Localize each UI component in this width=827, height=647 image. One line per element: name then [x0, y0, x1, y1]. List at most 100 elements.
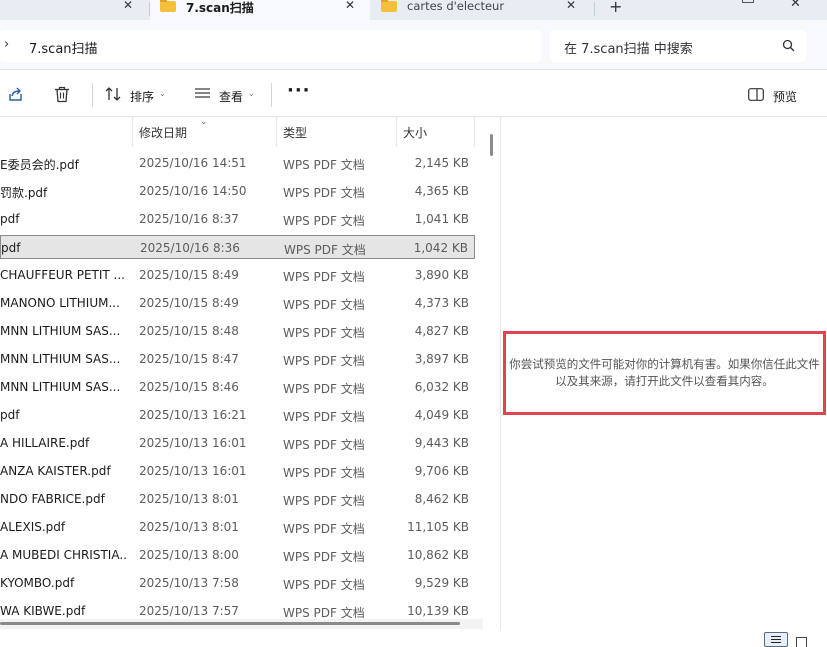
file-row[interactable]: MNN LITHIUM SAS... 2025/10/15 8:47 WPS PDF…	[0, 347, 475, 371]
file-date: 2025/10/13 16:21	[139, 408, 247, 422]
close-icon[interactable]: ✕	[123, 0, 133, 12]
file-date: 2025/10/15 8:48	[139, 324, 239, 338]
file-size: 11,105 KB	[407, 520, 469, 534]
file-name: KYOMBO.pdf	[0, 576, 75, 590]
file-name: ANZA KAISTER.pdf	[0, 464, 111, 478]
search-input[interactable]: 在 7.scan扫描 中搜索	[550, 30, 806, 62]
file-row[interactable]: ALEXIS.pdf 2025/10/13 8:01 WPS PDF 文档 11,10…	[0, 515, 475, 539]
file-name: ALEXIS.pdf	[0, 520, 66, 534]
view-label: 查看	[219, 90, 244, 104]
file-date: 2025/10/16 14:51	[139, 156, 247, 170]
chevron-down-icon: ⌄	[248, 89, 255, 98]
tab-label: cartes d'electeur	[407, 0, 505, 13]
details-view-button[interactable]	[764, 632, 788, 647]
trash-icon[interactable]	[54, 86, 70, 103]
file-name: CHAUFFEUR PETIT ...	[0, 268, 125, 282]
file-row[interactable]: A HILLAIRE.pdf 2025/10/13 16:01 WPS PDF 文档…	[0, 431, 475, 455]
file-type: WPS PDF 文档	[283, 186, 365, 200]
file-size: 10,139 KB	[407, 604, 469, 618]
chevron-right-icon[interactable]: ›	[4, 37, 9, 52]
vertical-scrollbar[interactable]	[488, 117, 496, 617]
file-size: 2,145 KB	[414, 156, 469, 170]
more-options-button[interactable]: ···	[287, 80, 311, 101]
sort-label: 排序	[130, 90, 155, 104]
file-date: 2025/10/13 16:01	[139, 464, 247, 478]
scroll-thumb[interactable]	[0, 622, 460, 625]
file-type: WPS PDF 文档	[283, 214, 365, 228]
file-size: 1,041 KB	[414, 212, 469, 226]
close-icon[interactable]: ✕	[566, 0, 576, 12]
file-name: pdf	[1, 241, 21, 255]
file-date: 2025/10/13 7:58	[139, 576, 239, 590]
minimize-button[interactable]	[742, 0, 754, 3]
file-date: 2025/10/15 8:49	[139, 296, 239, 310]
file-name: MNN LITHIUM SAS...	[0, 352, 121, 366]
file-date: 2025/10/16 8:36	[140, 241, 240, 255]
file-row[interactable]: MNN LITHIUM SAS... 2025/10/15 8:46 WPS PDF…	[0, 375, 475, 399]
file-row[interactable]: pdf 2025/10/16 8:37 WPS PDF 文档 1,041 KB	[0, 207, 475, 231]
toolbar-divider	[271, 83, 272, 107]
file-type: WPS PDF 文档	[283, 158, 365, 172]
tiles-view-button[interactable]	[796, 637, 807, 647]
file-name: 罚款.pdf	[0, 186, 48, 200]
preview-warning: 你尝试预览的文件可能对你的计算机有害。如果你信任此文件以及其来源，请打开此文件以…	[503, 331, 826, 415]
file-type: WPS PDF 文档	[283, 410, 365, 424]
file-size: 4,049 KB	[414, 408, 469, 422]
search-icon	[782, 39, 795, 52]
column-size[interactable]: 大小	[403, 124, 427, 141]
file-row[interactable]: pdf 2025/10/16 8:36 WPS PDF 文档 1,042 KB	[0, 235, 475, 259]
view-icon	[195, 88, 210, 98]
close-icon[interactable]: ✕	[345, 0, 355, 12]
column-divider[interactable]	[132, 117, 133, 147]
file-row[interactable]: KYOMBO.pdf 2025/10/13 7:58 WPS PDF 文档 9,529…	[0, 571, 475, 595]
tab-cartes[interactable]: cartes d'electeur ✕	[373, 0, 591, 20]
file-row[interactable]: ANZA KAISTER.pdf 2025/10/13 16:01 WPS PDF …	[0, 459, 475, 483]
file-date: 2025/10/15 8:49	[139, 268, 239, 282]
file-type: WPS PDF 文档	[283, 438, 365, 452]
breadcrumb[interactable]: 7.scan扫描	[29, 38, 98, 57]
sort-icon	[105, 87, 121, 101]
file-date: 2025/10/13 7:57	[139, 604, 239, 618]
file-type: WPS PDF 文档	[283, 522, 365, 536]
column-divider[interactable]	[276, 117, 277, 147]
file-row[interactable]: pdf 2025/10/13 16:21 WPS PDF 文档 4,049 KB	[0, 403, 475, 427]
address-bar[interactable]: › 7.scan扫描	[0, 30, 541, 62]
new-tab-button[interactable]: +	[609, 0, 622, 16]
tab-previous[interactable]: ✕	[0, 0, 148, 20]
file-name: A MUBEDI CHRISTIA...	[0, 548, 128, 562]
file-row[interactable]: MNN LITHIUM SAS... 2025/10/15 8:48 WPS PDF…	[0, 319, 475, 343]
file-name: MANONO LITHIUM...	[0, 296, 120, 310]
file-row[interactable]: CHAUFFEUR PETIT ... 2025/10/15 8:49 WPS PD…	[0, 263, 475, 287]
file-type: WPS PDF 文档	[283, 354, 365, 368]
file-name: WA KIBWE.pdf	[0, 604, 86, 618]
preview-label: 预览	[773, 90, 798, 104]
column-divider[interactable]	[396, 117, 397, 147]
toolbar-divider	[92, 83, 93, 107]
file-size: 6,032 KB	[414, 380, 469, 394]
share-icon[interactable]	[7, 86, 24, 103]
file-list: ⌄ 修改日期 类型 大小 E委员会的.pdf 2025/10/16 14:51 WP…	[0, 117, 483, 630]
file-name: E委员会的.pdf	[0, 158, 79, 172]
file-type: WPS PDF 文档	[283, 550, 365, 564]
window-close-button[interactable]: ✕	[790, 0, 801, 11]
file-row[interactable]: A MUBEDI CHRISTIA... 2025/10/13 8:00 WPS P…	[0, 543, 475, 567]
file-size: 3,897 KB	[414, 352, 469, 366]
file-row[interactable]: NDO FABRICE.pdf 2025/10/13 8:01 WPS PDF 文档…	[0, 487, 475, 511]
sort-direction-icon: ⌄	[200, 117, 208, 127]
folder-icon	[160, 0, 176, 12]
column-date[interactable]: 修改日期	[139, 124, 187, 141]
scroll-thumb[interactable]	[490, 134, 493, 156]
column-type[interactable]: 类型	[283, 124, 307, 141]
file-size: 8,462 KB	[414, 492, 469, 506]
file-size: 9,529 KB	[414, 576, 469, 590]
file-row[interactable]: E委员会的.pdf 2025/10/16 14:51 WPS PDF 文档 2,145…	[0, 151, 475, 175]
tab-scan-folder[interactable]: 7.scan扫描 ✕	[150, 0, 370, 20]
file-row[interactable]: 罚款.pdf 2025/10/16 14:50 WPS PDF 文档 4,365 KB	[0, 179, 475, 203]
preview-warning-text: 你尝试预览的文件可能对你的计算机有害。如果你信任此文件以及其来源，请打开此文件以…	[509, 357, 820, 388]
file-type: WPS PDF 文档	[283, 270, 365, 284]
file-size: 3,890 KB	[414, 268, 469, 282]
file-date: 2025/10/13 8:01	[139, 492, 239, 506]
tab-divider	[594, 2, 595, 16]
file-row[interactable]: MANONO LITHIUM... 2025/10/15 8:49 WPS PDF …	[0, 291, 475, 315]
column-divider[interactable]	[474, 117, 475, 147]
